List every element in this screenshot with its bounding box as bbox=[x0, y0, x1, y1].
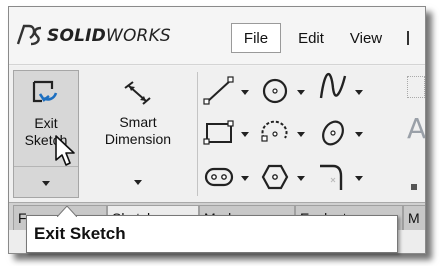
solidworks-logo: SOLIDWORKS bbox=[15, 21, 171, 51]
line-dropdown-icon[interactable] bbox=[241, 90, 249, 95]
menu-insert-partial[interactable] bbox=[407, 23, 415, 53]
point-icon[interactable] bbox=[411, 184, 417, 190]
smart-dimension-dropdown-icon[interactable] bbox=[134, 180, 142, 185]
exit-sketch-tooltip: Exit Sketch bbox=[26, 206, 398, 253]
menu-edit[interactable]: Edit bbox=[291, 23, 331, 53]
spline-icon[interactable] bbox=[317, 72, 349, 102]
slot-icon[interactable] bbox=[203, 162, 235, 192]
text-tool-icon[interactable]: A bbox=[407, 112, 425, 145]
fillet-icon[interactable] bbox=[317, 162, 349, 192]
arc-dropdown-icon[interactable] bbox=[297, 132, 305, 137]
rectangle-dropdown-icon[interactable] bbox=[241, 132, 249, 137]
circle-icon[interactable] bbox=[259, 76, 291, 106]
polygon-icon[interactable] bbox=[259, 162, 291, 192]
menu-file[interactable]: File bbox=[231, 23, 281, 53]
polygon-dropdown-icon[interactable] bbox=[297, 176, 305, 181]
circle-dropdown-icon[interactable] bbox=[297, 90, 305, 95]
line-icon[interactable] bbox=[203, 76, 235, 106]
arc-icon[interactable] bbox=[259, 118, 291, 148]
smart-dimension-button[interactable]: Smart Dimension bbox=[83, 70, 193, 198]
fillet-dropdown-icon[interactable] bbox=[355, 176, 363, 181]
mouse-pointer-icon bbox=[55, 135, 75, 166]
tooltip-arrow bbox=[57, 206, 77, 217]
toolbar-separator bbox=[197, 72, 198, 196]
tab-more[interactable]: M bbox=[403, 205, 425, 231]
ellipse-icon[interactable] bbox=[317, 118, 349, 148]
exit-sketch-dropdown-icon[interactable] bbox=[42, 181, 50, 186]
smart-dimension-label: Smart Dimension bbox=[104, 114, 172, 147]
ds-logo-icon bbox=[16, 24, 42, 46]
rectangle-icon[interactable] bbox=[203, 118, 235, 148]
exit-sketch-icon bbox=[32, 80, 58, 103]
construction-geometry-icon[interactable] bbox=[407, 76, 425, 98]
ellipse-dropdown-icon[interactable] bbox=[355, 132, 363, 137]
menu-bar: SOLIDWORKS File Edit View bbox=[9, 7, 425, 65]
spline-dropdown-icon[interactable] bbox=[355, 90, 363, 95]
slot-dropdown-icon[interactable] bbox=[241, 176, 249, 181]
tooltip-text: Exit Sketch bbox=[34, 224, 126, 243]
menu-view[interactable]: View bbox=[341, 23, 391, 53]
solidworks-wordmark: SOLIDWORKS bbox=[47, 26, 171, 46]
smart-dimension-icon bbox=[124, 81, 151, 105]
screenshot: SOLIDWORKS File Edit View Exit Sketch Sm… bbox=[0, 0, 440, 266]
